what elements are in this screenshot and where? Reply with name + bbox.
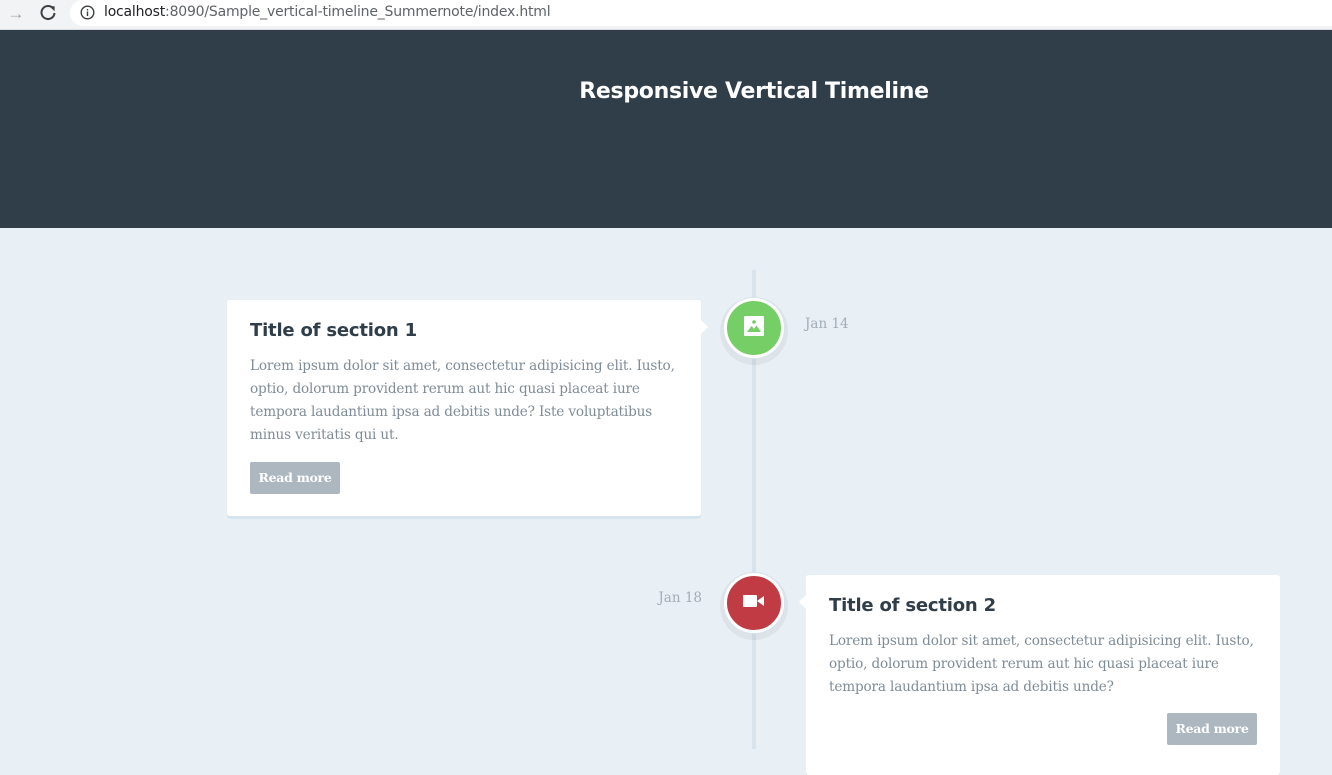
url-host: localhost — [104, 4, 166, 20]
browser-toolbar: → localhost:8090/Sample_vertical-timelin… — [0, 0, 1332, 30]
card-text: Lorem ipsum dolor sit amet, consectetur … — [829, 633, 1254, 695]
timeline-card-1: Title of section 1 Lorem ipsum dolor sit… — [227, 300, 708, 516]
video-icon — [742, 593, 766, 614]
read-more-button[interactable]: Read more — [250, 462, 340, 494]
card-text: Lorem ipsum dolor sit amet, consectetur … — [250, 358, 675, 443]
info-icon[interactable] — [80, 5, 95, 20]
timeline-marker-1 — [724, 298, 784, 358]
timeline-card-2: Title of section 2 Lorem ipsum dolor sit… — [799, 575, 1280, 775]
picture-icon — [743, 315, 765, 342]
card-title: Title of section 1 — [250, 320, 417, 341]
page-header: Responsive Vertical Timeline — [0, 30, 1332, 228]
reload-icon[interactable] — [38, 3, 58, 23]
timeline-marker-2 — [724, 573, 784, 633]
forward-arrow-icon[interactable]: → — [6, 4, 26, 24]
read-more-button[interactable]: Read more — [1167, 713, 1257, 745]
timeline-date: Jan 14 — [805, 316, 849, 332]
url-path: :8090/Sample_vertical-timeline_Summernot… — [165, 4, 551, 20]
address-bar[interactable]: localhost:8090/Sample_vertical-timeline_… — [70, 0, 1332, 26]
card-title: Title of section 2 — [829, 595, 996, 616]
timeline-date: Jan 18 — [658, 590, 702, 606]
url-text[interactable]: localhost:8090/Sample_vertical-timeline_… — [104, 4, 551, 20]
page-title: Responsive Vertical Timeline — [579, 79, 929, 104]
